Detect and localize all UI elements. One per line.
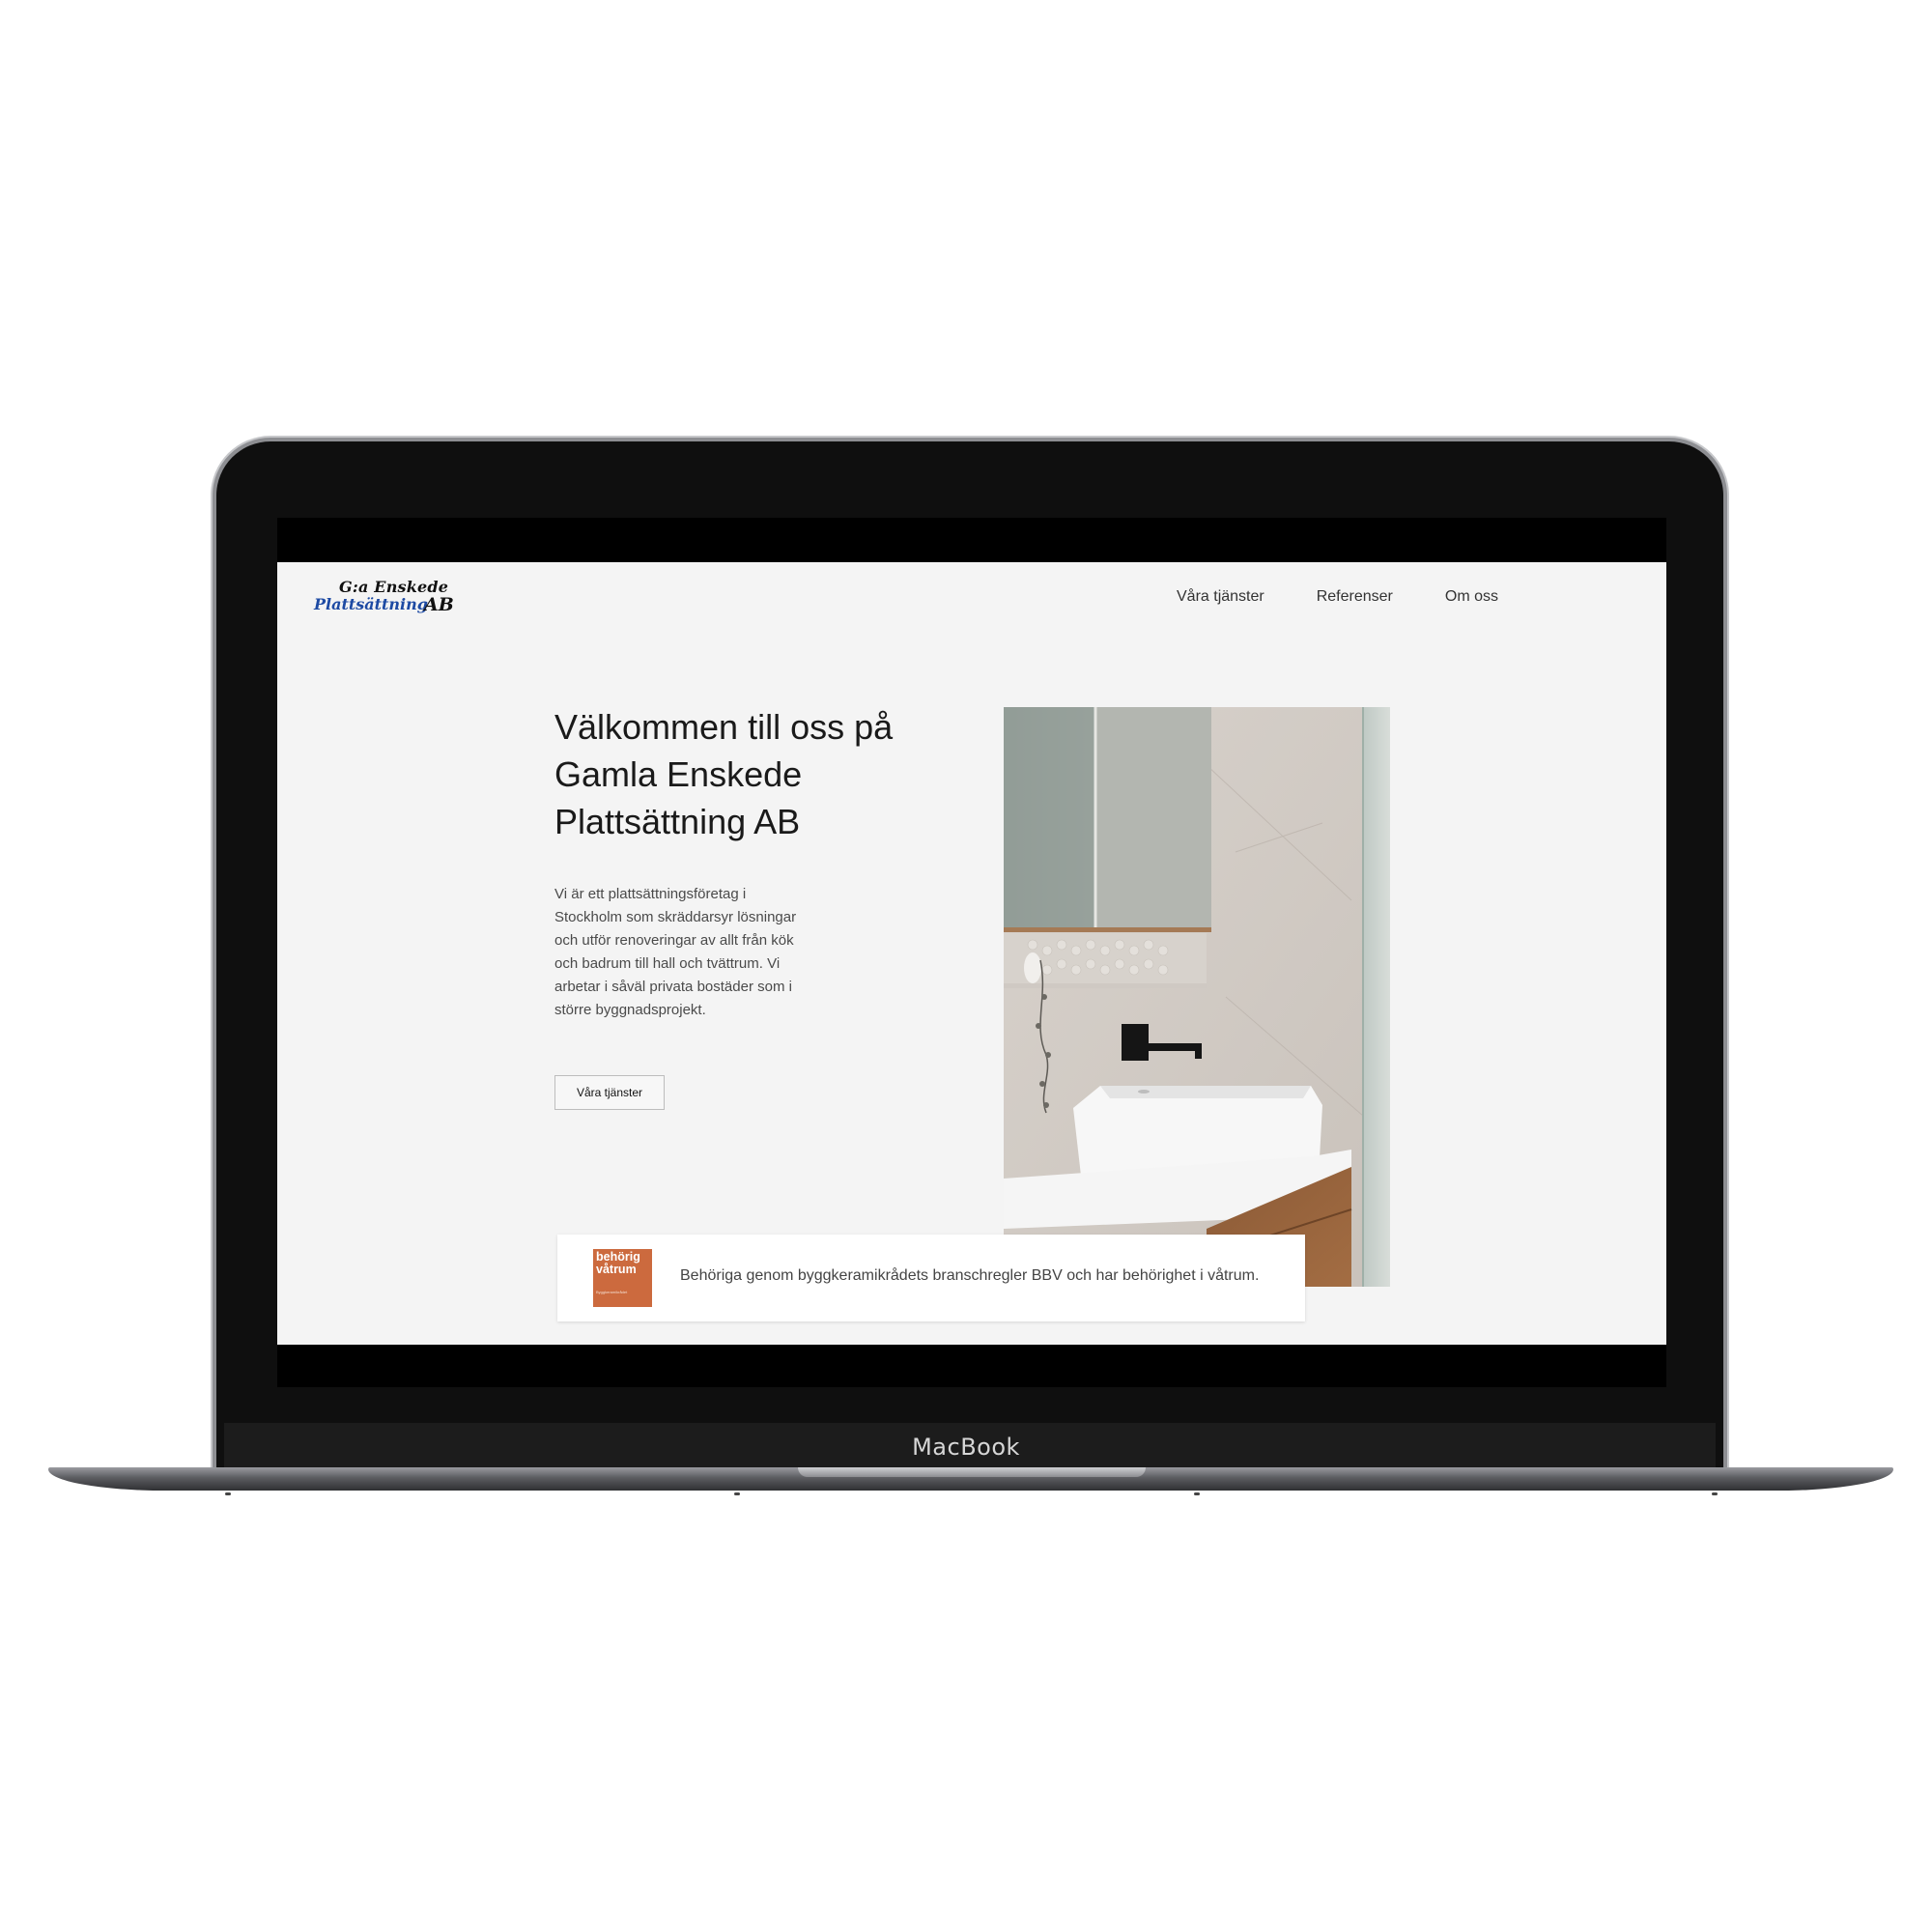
- bathroom-photo: [1004, 707, 1390, 1287]
- badge-fine-print: Byggkeramikrådet: [596, 1290, 628, 1294]
- hero-description: Vi är ett plattsättningsföretag i Stockh…: [554, 886, 797, 1018]
- certification-card: behörig våtrum Byggkeramikrådet Behöriga…: [557, 1235, 1305, 1321]
- laptop-screen: G:a Enskede Plattsättning AB Våra tjänst…: [277, 518, 1666, 1387]
- laptop-notch: [798, 1467, 1146, 1477]
- main-nav: Våra tjänster Referenser Om oss: [1177, 588, 1498, 606]
- logo-line-2: Plattsättning: [314, 595, 428, 613]
- logo-line-3: AB: [424, 594, 454, 615]
- badge-line-2: våtrum: [596, 1263, 637, 1276]
- device-label: MacBook: [912, 1434, 1020, 1461]
- certification-text: Behöriga genom byggkeramikrådets bransch…: [680, 1267, 1260, 1284]
- services-button[interactable]: Våra tjänster: [554, 1075, 665, 1110]
- nav-link-about[interactable]: Om oss: [1445, 588, 1498, 606]
- web-page: G:a Enskede Plattsättning AB Våra tjänst…: [277, 562, 1666, 1345]
- behorig-vatrum-badge: behörig våtrum Byggkeramikrådet: [593, 1249, 652, 1307]
- site-logo[interactable]: G:a Enskede Plattsättning AB: [314, 578, 470, 622]
- laptop-foot: [225, 1492, 231, 1495]
- hero-title: Välkommen till oss på Gamla Enskede Plat…: [554, 707, 894, 841]
- nav-link-references[interactable]: Referenser: [1317, 588, 1393, 606]
- laptop-foot: [1712, 1492, 1718, 1495]
- laptop-foot: [1194, 1492, 1200, 1495]
- nav-link-services[interactable]: Våra tjänster: [1177, 588, 1264, 606]
- laptop-foot: [734, 1492, 740, 1495]
